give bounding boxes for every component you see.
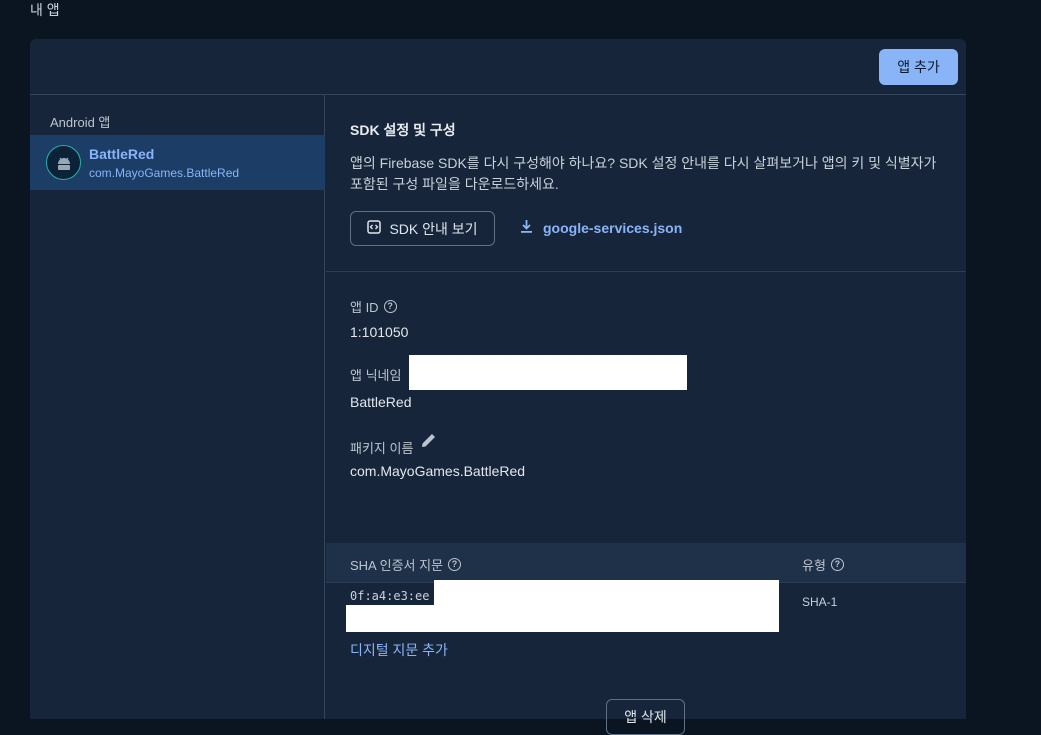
sha-table-header: SHA 인증서 지문 ? 유형 ? [326, 543, 966, 583]
sidebar-item-package: com.MayoGames.BattleRed [89, 166, 240, 180]
app-id-value: 1:101050 [350, 324, 409, 340]
app-id-label: 앱 ID [350, 300, 379, 315]
download-icon [520, 219, 533, 236]
sdk-guide-button[interactable]: SDK 안내 보기 [350, 211, 495, 246]
add-app-button[interactable]: 앱 추가 [879, 49, 958, 85]
help-icon[interactable]: ? [383, 300, 397, 313]
app-id-label-row: 앱 ID ? [350, 297, 397, 316]
help-icon[interactable]: ? [830, 558, 844, 571]
section-divider [326, 271, 966, 272]
redacted-block [409, 355, 687, 390]
sha-col-label: SHA 인증서 지문 [350, 558, 444, 573]
nickname-label: 앱 닉네임 [350, 368, 402, 383]
package-label: 패키지 이름 [350, 441, 414, 456]
sidebar-heading: Android 앱 [50, 115, 111, 130]
code-icon [367, 220, 382, 237]
sdk-section-title: SDK 설정 및 구성 [350, 122, 456, 138]
add-fingerprint-link[interactable]: 디지털 지문 추가 [350, 640, 448, 660]
app-list-sidebar: Android 앱 BattleRed com.MayoGames.Battle… [30, 95, 325, 719]
redacted-block [434, 580, 779, 632]
app-detail-panel: SDK 설정 및 구성 앱의 Firebase SDK를 다시 구성해야 하나요… [326, 95, 966, 735]
delete-app-button[interactable]: 앱 삭제 [606, 699, 685, 735]
android-icon [46, 145, 81, 180]
card-header: 앱 추가 [30, 39, 966, 95]
sdk-guide-label: SDK 안내 보기 [389, 220, 478, 237]
type-col-header: 유형 ? [802, 555, 844, 574]
sidebar-item-name: BattleRed [89, 146, 155, 162]
type-col-label: 유형 [802, 558, 826, 573]
sidebar-item-battlered[interactable]: BattleRed com.MayoGames.BattleRed [30, 135, 325, 190]
apps-card: 앱 추가 Android 앱 BattleRed com.MayoGames.B… [30, 39, 966, 735]
help-icon[interactable]: ? [448, 558, 462, 571]
page-section-title: 내 앱 [30, 2, 60, 18]
sha-type-value: SHA-1 [802, 595, 838, 609]
sha-fingerprint-value: 0f:a4:e3:ee [350, 589, 430, 603]
package-value: com.MayoGames.BattleRed [350, 463, 526, 479]
sha-col-header: SHA 인증서 지문 ? [350, 555, 462, 574]
redacted-block [346, 605, 446, 632]
download-config-link[interactable]: google-services.json [520, 219, 682, 236]
nickname-value: BattleRed [350, 394, 412, 410]
sdk-description: 앱의 Firebase SDK를 다시 구성해야 하나요? SDK 설정 안내를… [350, 155, 937, 192]
download-link-label: google-services.json [543, 219, 683, 236]
edit-pencil-icon[interactable] [420, 431, 438, 454]
